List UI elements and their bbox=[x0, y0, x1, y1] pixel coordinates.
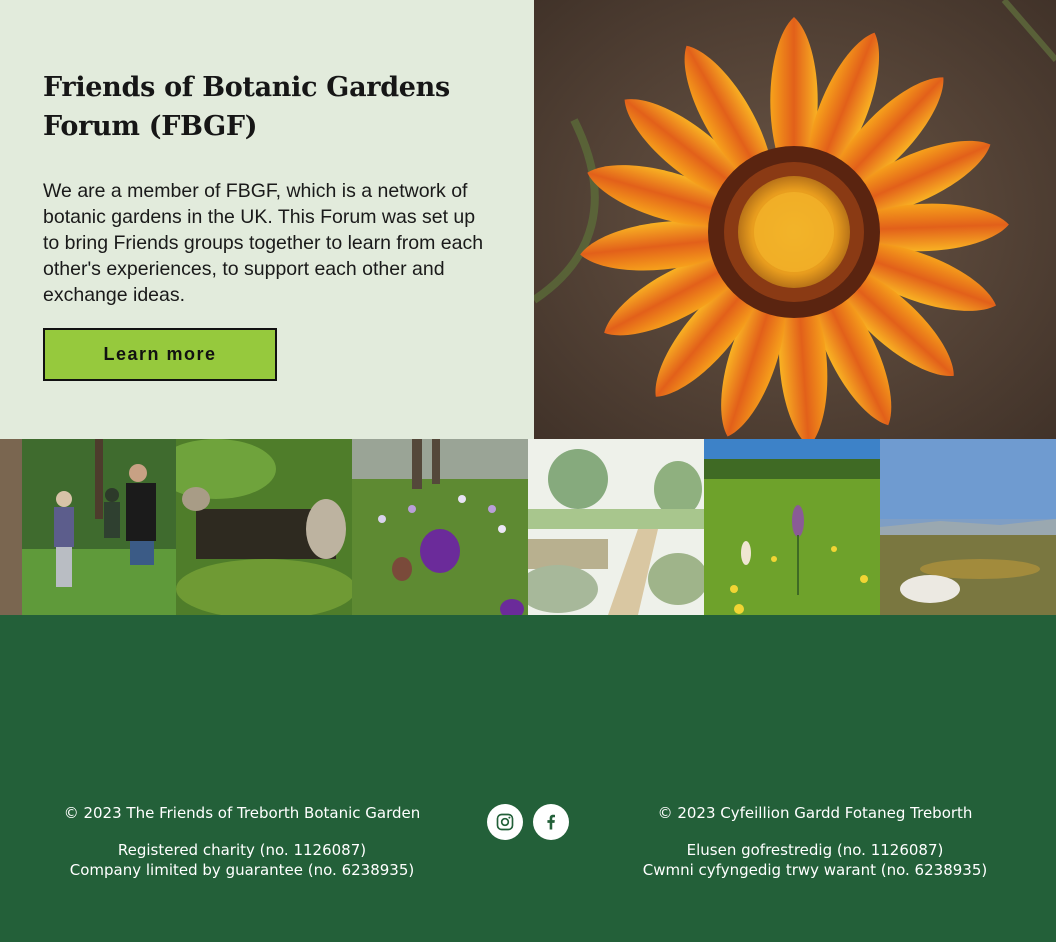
footer-charity-en: Registered charity (no. 1126087) bbox=[117, 841, 367, 859]
instagram-icon bbox=[496, 813, 514, 831]
coastal-view-photo bbox=[880, 439, 1056, 615]
garden-painting-photo bbox=[528, 439, 704, 615]
rockery-photo bbox=[176, 439, 352, 615]
hero-text-panel: Friends of Botanic Gardens Forum (FBGF) … bbox=[0, 0, 534, 439]
hero-section: Friends of Botanic Gardens Forum (FBGF) … bbox=[0, 0, 1056, 439]
hero-description: We are a member of FBGF, which is a netw… bbox=[43, 180, 484, 306]
photo-gallery bbox=[0, 439, 1056, 615]
footer-company-en: Company limited by guarantee (no. 623893… bbox=[69, 861, 415, 879]
footer-copyright-en: © 2023 The Friends of Treborth Botanic G… bbox=[63, 804, 421, 822]
instagram-button[interactable] bbox=[487, 804, 523, 840]
footer-welsh: © 2023 Cyfeillion Gardd Fotaneg Treborth… bbox=[615, 803, 1015, 880]
footer-english: © 2023 The Friends of Treborth Botanic G… bbox=[42, 803, 442, 880]
footer-company-cy: Cwmni cyfyngedig trwy warant (no. 623893… bbox=[642, 861, 988, 879]
learn-more-button[interactable]: Learn more bbox=[43, 328, 277, 381]
footer-charity-cy: Elusen gofrestredig (no. 1126087) bbox=[686, 841, 944, 859]
footer-copyright-cy: © 2023 Cyfeillion Gardd Fotaneg Treborth bbox=[657, 804, 973, 822]
facebook-icon bbox=[547, 814, 555, 830]
site-footer: © 2023 The Friends of Treborth Botanic G… bbox=[0, 615, 1056, 942]
volunteers-photo bbox=[0, 439, 176, 615]
gazania-flower-photo bbox=[534, 0, 1056, 439]
hero-title: Friends of Botanic Gardens Forum (FBGF) bbox=[43, 72, 450, 142]
facebook-button[interactable] bbox=[533, 804, 569, 840]
crocus-photo bbox=[352, 439, 528, 615]
orchid-meadow-photo bbox=[704, 439, 880, 615]
social-links bbox=[487, 804, 569, 840]
